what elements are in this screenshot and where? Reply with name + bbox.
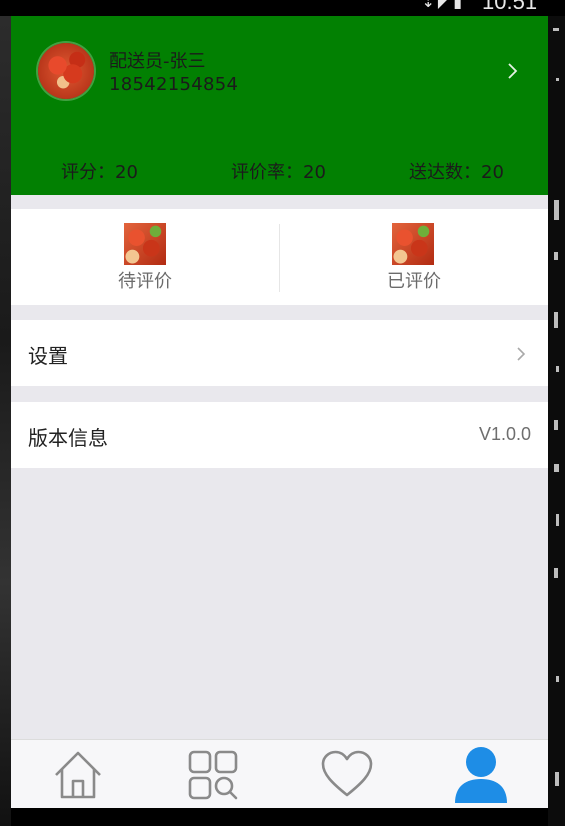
reviewed-image xyxy=(392,223,434,265)
status-time: 10:51 xyxy=(482,0,538,14)
home-icon xyxy=(55,751,101,799)
stat-delivered-count: 送达数：20 xyxy=(409,162,504,183)
status-icons: ⇣◤▮ xyxy=(421,0,465,11)
nav-favorites[interactable] xyxy=(279,740,413,808)
wifi-icon: ◤ xyxy=(437,0,454,11)
window-edge-right xyxy=(548,16,565,826)
battery-icon: ▮ xyxy=(453,0,465,11)
signal-icon: ⇣ xyxy=(421,0,438,11)
nav-home[interactable] xyxy=(11,740,145,808)
system-bar xyxy=(11,808,548,826)
stat-score: 评分：20 xyxy=(61,162,138,183)
settings-row[interactable]: 设置 xyxy=(11,320,548,386)
chevron-right-icon xyxy=(517,347,526,361)
avatar[interactable] xyxy=(38,43,94,99)
app-screen: 配送员-张三 18542154854 评分：20 评价率：20 送达数：20 待… xyxy=(11,16,548,808)
stat-rating-rate: 评价率：20 xyxy=(231,162,326,183)
tab-reviewed-label: 已评价 xyxy=(387,271,441,292)
status-bar: ⇣◤▮ 10:51 xyxy=(0,0,565,16)
tab-pending-review-label: 待评价 xyxy=(118,271,172,292)
window-edge-left xyxy=(0,16,11,826)
settings-label: 设置 xyxy=(28,344,68,368)
version-value: V1.0.0 xyxy=(478,424,531,444)
tab-reviewed[interactable]: 已评价 xyxy=(280,209,548,305)
heart-icon xyxy=(321,750,373,797)
courier-name: 配送员-张三 xyxy=(109,51,206,72)
version-row[interactable]: 版本信息 V1.0.0 xyxy=(11,402,548,468)
courier-phone: 18542154854 xyxy=(109,74,239,95)
profile-header[interactable]: 配送员-张三 18542154854 评分：20 评价率：20 送达数：20 xyxy=(11,16,548,195)
person-icon xyxy=(455,747,507,803)
tab-pending-review[interactable]: 待评价 xyxy=(11,209,279,305)
version-label: 版本信息 xyxy=(28,426,108,450)
nav-profile[interactable] xyxy=(413,740,547,808)
pending-review-image xyxy=(124,223,166,265)
category-search-icon xyxy=(188,750,238,800)
review-tabs: 待评价 已评价 xyxy=(11,209,548,305)
nav-category[interactable] xyxy=(145,740,279,808)
bottom-nav xyxy=(11,739,548,808)
chevron-right-icon[interactable] xyxy=(502,59,522,83)
